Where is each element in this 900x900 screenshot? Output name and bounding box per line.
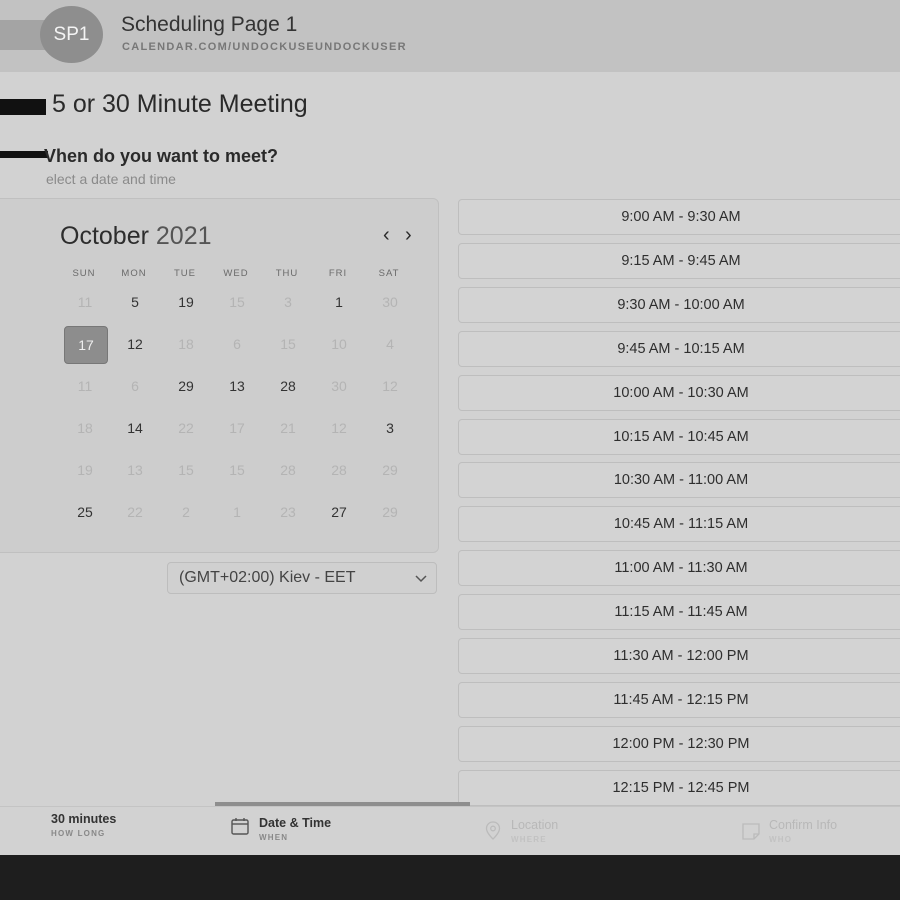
calendar-day: 12 (331, 420, 347, 436)
calendar-day[interactable]: 3 (369, 410, 411, 446)
step-datetime-sub: WHEN (259, 833, 289, 842)
calendar-day[interactable]: 25 (64, 494, 106, 530)
calendar-day[interactable]: 29 (165, 368, 207, 404)
calendar-year: 2021 (155, 222, 212, 250)
step-footer (0, 806, 900, 855)
step-confirm-info[interactable]: Confirm Info WHO (769, 818, 837, 844)
calendar-day: 15 (229, 294, 245, 310)
page-title: Scheduling Page 1 (121, 13, 298, 36)
calendar-day: 22 (127, 504, 143, 520)
calendar-day: 11 (77, 378, 93, 394)
note-icon (742, 823, 760, 840)
time-slot-button[interactable]: 11:45 AM - 12:15 PM (458, 681, 900, 718)
calendar-day: 22 (178, 420, 194, 436)
calendar-day: 3 (284, 294, 292, 310)
calendar-day: 28 (331, 462, 347, 478)
prev-month-button[interactable]: ‹ (383, 224, 390, 247)
chevron-right-icon: › (405, 224, 412, 246)
time-slot-button[interactable]: 12:15 PM - 12:45 PM (458, 769, 900, 806)
time-slot-button[interactable]: 11:15 AM - 11:45 AM (458, 594, 900, 631)
calendar-month: October (60, 222, 149, 250)
calendar-day: 29 (382, 462, 398, 478)
calendar-day[interactable]: 12 (114, 326, 156, 362)
calendar-day: 28 (280, 462, 296, 478)
calendar-day[interactable]: 28 (267, 368, 309, 404)
calendar-day: 19 (77, 462, 93, 478)
calendar-day: 11 (77, 294, 93, 310)
calendar-day: 6 (233, 336, 241, 352)
weekday-header: TUE (174, 268, 196, 279)
avatar: SP1 (40, 6, 103, 63)
calendar-day: 30 (382, 294, 398, 310)
step-duration-label: 30 minutes (51, 812, 117, 826)
time-slot-button[interactable]: 12:00 PM - 12:30 PM (458, 725, 900, 762)
page-url[interactable]: CALENDAR.COM/UNDOCKUSEUNDOCKUSER (122, 41, 407, 53)
chevron-left-icon: ‹ (383, 224, 390, 246)
time-slot-button[interactable]: 9:00 AM - 9:30 AM (458, 199, 900, 235)
scheduling-app: SP1 Scheduling Page 1 CALENDAR.COM/UNDOC… (0, 0, 900, 855)
time-slot-button[interactable]: 9:30 AM - 10:00 AM (458, 286, 900, 323)
step-confirm-sub: WHO (769, 835, 793, 844)
weekday-header: FRI (328, 268, 348, 279)
weekday-header: MON (121, 268, 147, 279)
step-duration[interactable]: 30 minutes HOW LONG (51, 812, 116, 838)
step-date-time[interactable]: Date & Time WHEN (259, 816, 331, 842)
weekday-header: SAT (378, 268, 400, 279)
calendar-day[interactable]: 13 (216, 368, 258, 404)
calendar-day: 30 (331, 378, 347, 394)
when-subtitle: elect a date and time (46, 171, 176, 187)
calendar-day: 6 (131, 378, 139, 394)
step-location-sub: WHERE (511, 835, 547, 844)
time-slot-button[interactable]: 9:15 AM - 9:45 AM (458, 242, 900, 279)
time-slot-button[interactable]: 10:15 AM - 10:45 AM (458, 418, 900, 455)
calendar-day: 17 (229, 420, 245, 436)
calendar-day: 15 (229, 462, 245, 478)
time-slot-button[interactable]: 10:30 AM - 11:00 AM (458, 462, 900, 499)
calendar-day: 12 (382, 378, 398, 394)
calendar-day: 29 (382, 504, 398, 520)
redacted-mark (0, 99, 46, 115)
chevron-down-icon (415, 575, 427, 583)
when-question: Vhen do you want to meet? (44, 146, 279, 166)
weekday-header: THU (275, 268, 299, 279)
calendar-day[interactable]: 1 (318, 284, 360, 320)
header: SP1 Scheduling Page 1 CALENDAR.COM/UNDOC… (0, 0, 900, 72)
calendar-day: 15 (178, 462, 194, 478)
calendar-day: 15 (280, 336, 296, 352)
step-confirm-label: Confirm Info (769, 818, 838, 832)
step-location-label: Location (511, 818, 559, 832)
weekday-header: SUN (72, 268, 96, 279)
calendar-icon (231, 818, 249, 835)
calendar-day[interactable]: 27 (318, 494, 360, 530)
calendar-day[interactable]: 19 (165, 284, 207, 320)
calendar-day: 2 (182, 504, 190, 520)
location-pin-icon (485, 821, 501, 840)
calendar-day: 18 (77, 420, 93, 436)
meeting-title: 5 or 30 Minute Meeting (52, 90, 308, 118)
calendar-day[interactable]: 5 (114, 284, 156, 320)
time-slot-button[interactable]: 10:00 AM - 10:30 AM (458, 374, 900, 411)
step-location[interactable]: Location WHERE (511, 818, 558, 844)
calendar-day-selected[interactable]: 17 (64, 326, 108, 364)
time-slot-button[interactable]: 9:45 AM - 10:15 AM (458, 330, 900, 367)
next-month-button[interactable]: › (405, 224, 412, 247)
time-slot-button[interactable]: 11:30 AM - 12:00 PM (458, 638, 900, 674)
calendar-day: 18 (178, 336, 194, 352)
calendar-day: 10 (331, 336, 347, 352)
step-duration-sub: HOW LONG (51, 829, 106, 838)
redacted-mark (0, 151, 48, 158)
calendar-day: 1 (233, 504, 241, 520)
step-datetime-label: Date & Time (259, 816, 332, 830)
weekday-header: WED (223, 268, 249, 279)
calendar-month-year: October 2021 (60, 222, 212, 251)
time-slot-button[interactable]: 11:00 AM - 11:30 AM (458, 550, 900, 587)
calendar-day[interactable]: 14 (114, 410, 156, 446)
calendar-day: 21 (280, 420, 296, 436)
calendar-day: 4 (386, 336, 394, 352)
timezone-value: (GMT+02:00) Kiev - EET (179, 569, 356, 586)
timezone-select[interactable]: (GMT+02:00) Kiev - EET (167, 562, 437, 594)
calendar-day: 23 (280, 504, 296, 520)
time-slot-button[interactable]: 10:45 AM - 11:15 AM (458, 506, 900, 543)
calendar-day: 13 (127, 462, 143, 478)
